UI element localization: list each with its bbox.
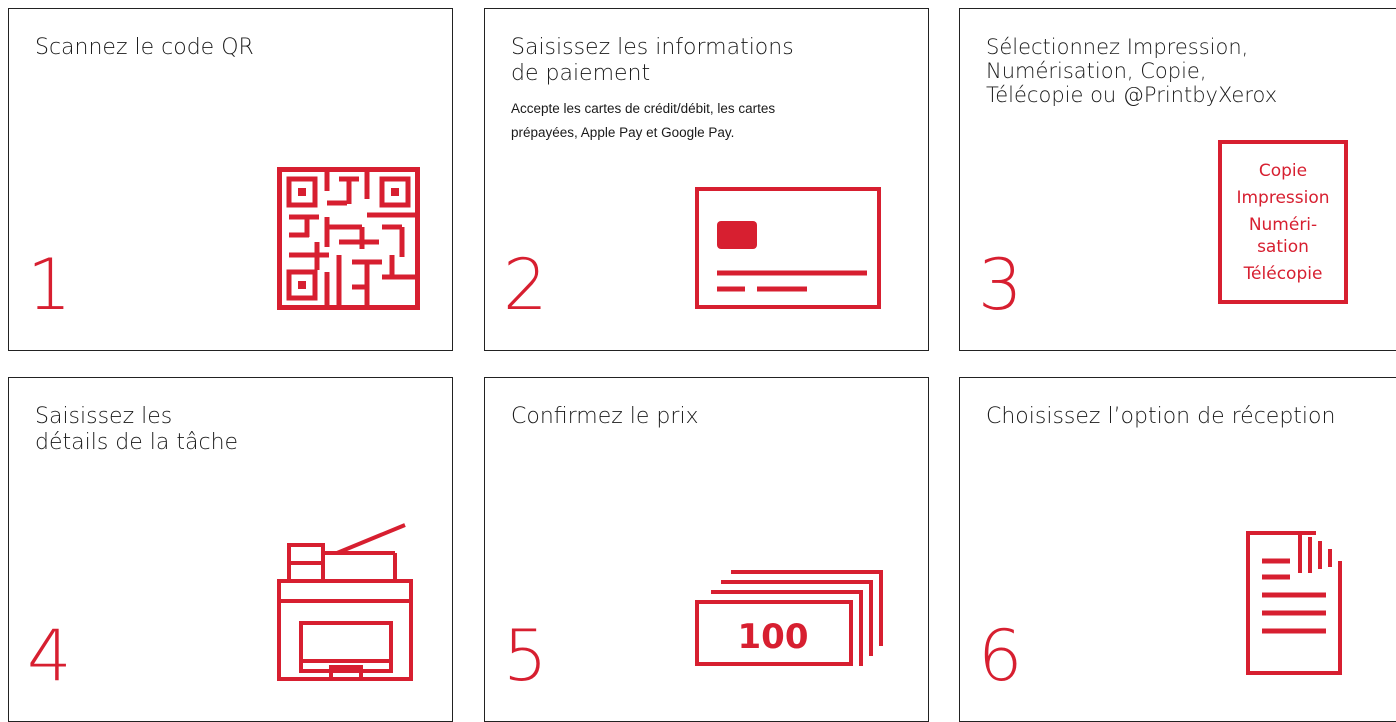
step-card-4: Saisissez les détails de la tâche 4 — [8, 377, 453, 722]
step-number: 3 — [978, 244, 1023, 326]
banknotes-icon: 100 — [695, 568, 887, 672]
step-title-line: de paiement — [511, 61, 651, 86]
step-number: 5 — [503, 615, 548, 697]
step-subtitle: Accepte les cartes de crédit/débit, les … — [511, 97, 881, 145]
step-title-line: Sélectionnez Impression, — [986, 35, 1249, 59]
step-title-line: Confirmez le prix — [511, 404, 699, 429]
step-title: Sélectionnez Impression, Numérisation, C… — [986, 35, 1277, 107]
step-card-1: Scannez le code QR 1 — [8, 8, 453, 351]
document-icon — [1246, 531, 1342, 681]
printer-icon — [277, 523, 419, 687]
step-card-5: Confirmez le prix 100 5 — [484, 377, 929, 722]
step-title-line: Choisissez l’option de réception — [986, 404, 1336, 429]
step-number: 2 — [503, 244, 548, 326]
menu-item-fax: Télécopie — [1243, 263, 1323, 284]
menu-item-copy: Copie — [1258, 160, 1308, 181]
step-title-line: détails de la tâche — [35, 430, 239, 455]
step-card-6: Choisissez l’option de réception 6 — [959, 377, 1396, 722]
step-card-2: Saisissez les informations de paiement A… — [484, 8, 929, 351]
step-title-line: Télécopie ou @PrintbyXerox — [986, 83, 1278, 107]
menu-item-scan-part2: sation — [1257, 236, 1309, 257]
step-card-3: Sélectionnez Impression, Numérisation, C… — [959, 8, 1396, 351]
step-title: Saisissez les informations de paiement — [511, 35, 794, 87]
step-title: Confirmez le prix — [511, 404, 699, 430]
menu-item-print: Impression — [1236, 187, 1330, 208]
banknote-value: 100 — [738, 617, 809, 657]
step-title: Saisissez les détails de la tâche — [35, 404, 238, 456]
menu-item-scan-part1: Numéri- — [1248, 214, 1318, 235]
step-title-line: Numérisation, Copie, — [986, 59, 1207, 83]
step-title: Scannez le code QR — [35, 35, 254, 61]
step-subtitle-line: Accepte les cartes de crédit/débit, les … — [511, 101, 776, 116]
step-title-line: Saisissez les informations — [511, 35, 794, 60]
step-title-line: Scannez le code QR — [35, 35, 254, 60]
step-subtitle-line: prépayées, Apple Pay et Google Pay. — [511, 125, 735, 140]
service-menu-icon: Copie Impression Numéri- sation Télécopi… — [1218, 140, 1348, 304]
qr-code-icon — [277, 167, 420, 314]
credit-card-icon — [695, 187, 881, 313]
step-title: Choisissez l’option de réception — [986, 404, 1335, 430]
step-number: 6 — [978, 615, 1023, 697]
step-number: 4 — [27, 615, 72, 697]
step-number: 1 — [27, 244, 72, 326]
step-title-line: Saisissez les — [35, 404, 173, 429]
